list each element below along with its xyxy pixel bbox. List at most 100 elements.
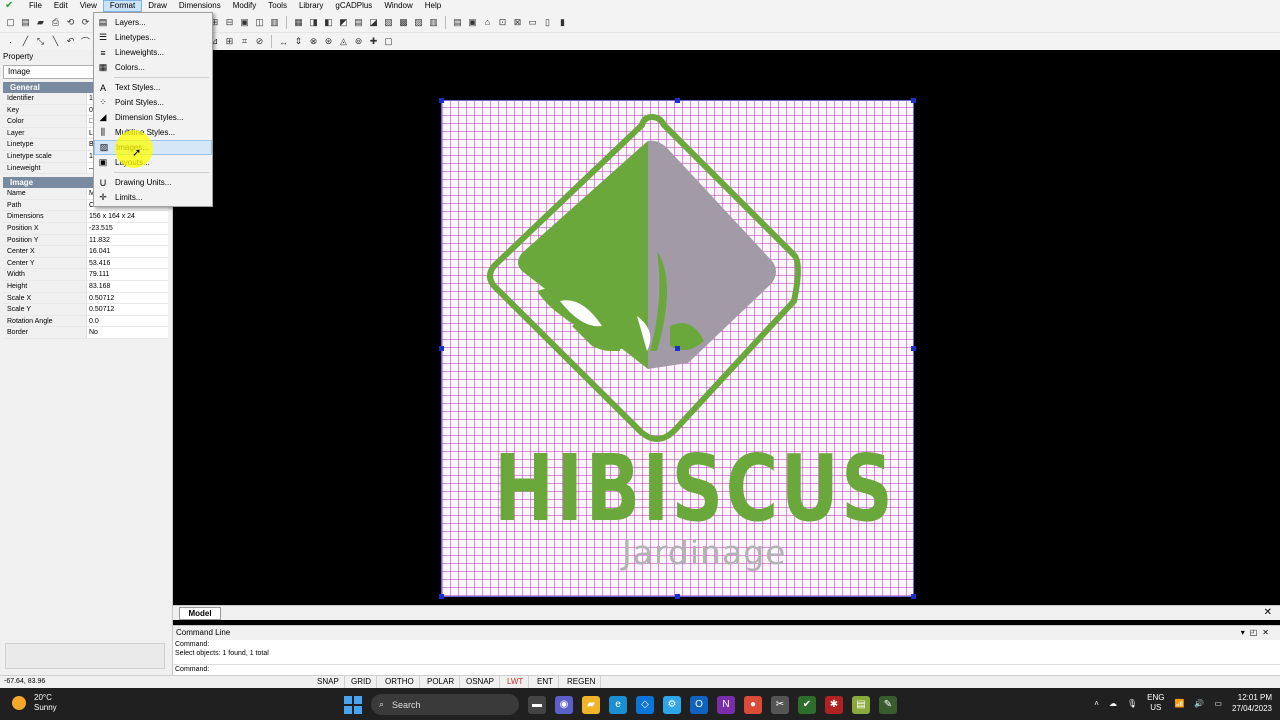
app-logo-icon[interactable]: ✔	[5, 0, 17, 12]
toolbar-tool-icon[interactable]: ▤	[352, 16, 365, 29]
toolbar-tool-icon[interactable]: ▥	[427, 16, 440, 29]
toolbar-tool-icon[interactable]: ◩	[337, 16, 350, 29]
draw-tool-icon[interactable]: ⊚	[352, 35, 365, 48]
toolbar-tool-icon[interactable]: ◪	[367, 16, 380, 29]
grip-top-left[interactable]	[439, 98, 444, 103]
image-property-row[interactable]: Width 79.111	[3, 269, 168, 281]
toolbar-tool-icon[interactable]: ▨	[412, 16, 425, 29]
file-explorer-app-icon[interactable]: ▬	[528, 695, 546, 714]
close-drawing-icon[interactable]: ✕	[1264, 607, 1272, 618]
image-property-row[interactable]: Position Y 11.832	[3, 234, 168, 247]
toolbar-tool-icon[interactable]: ▩	[397, 16, 410, 29]
toolbar-tool-icon[interactable]: ▧	[382, 16, 395, 29]
menu-item-linetypes[interactable]: ☰ Linetypes...	[94, 30, 212, 45]
toolbar-tool-icon[interactable]: ⟲	[64, 16, 77, 29]
status-toggle-grid[interactable]: GRID	[346, 676, 377, 688]
grip-bottom-middle[interactable]	[675, 594, 680, 599]
menu-item-layouts[interactable]: ▣Layouts...	[94, 155, 212, 170]
onenote-app-icon[interactable]: N	[717, 695, 735, 714]
toolbar-tool-icon[interactable]: ▥	[268, 16, 281, 29]
property-value[interactable]: No	[86, 327, 168, 338]
second-cad-app-icon[interactable]: ✎	[879, 695, 897, 714]
status-toggle-regen[interactable]: REGEN	[562, 676, 602, 688]
toolbar-tool-icon[interactable]: ◨	[307, 16, 320, 29]
toolbar-tool-icon[interactable]: ▤	[19, 16, 32, 29]
property-value[interactable]: 16.041	[86, 246, 168, 257]
snipping-tool-icon[interactable]: ✂	[771, 695, 789, 714]
toolbar-tool-icon[interactable]: ▢	[4, 16, 17, 29]
menu-library[interactable]: Library	[293, 0, 329, 12]
folder-app-icon[interactable]: ▰	[582, 695, 600, 714]
menu-view[interactable]: View	[74, 0, 103, 12]
image-property-row[interactable]: Scale Y 0.50712	[3, 304, 168, 316]
chat-app-icon[interactable]: ◉	[555, 695, 573, 714]
grip-top-right[interactable]	[911, 98, 916, 103]
grip-bottom-left[interactable]	[439, 594, 444, 599]
draw-tool-icon[interactable]: ⊛	[322, 35, 335, 48]
draw-tool-icon[interactable]: ↶	[64, 35, 77, 48]
grip-middle-left[interactable]	[439, 346, 444, 351]
outlook-app-icon[interactable]: O	[690, 695, 708, 714]
draw-tool-icon[interactable]: ⊗	[307, 35, 320, 48]
system-clock[interactable]: 12:01 PM 27/04/2023	[1232, 692, 1272, 714]
status-toggle-lwt[interactable]: LWT	[502, 676, 530, 688]
panel-controls[interactable]: ▾◰✕	[1241, 626, 1274, 640]
property-value[interactable]: -23.515	[86, 222, 168, 234]
onedrive-icon[interactable]: ☁	[1109, 699, 1117, 708]
draw-tool-icon[interactable]: ↔	[277, 35, 290, 48]
grip-middle-right[interactable]	[911, 346, 916, 351]
status-toggle-osnap[interactable]: OSNAP	[461, 676, 501, 688]
toolbar-tool-icon[interactable]: ▣	[238, 16, 251, 29]
status-toggle-ortho[interactable]: ORTHO	[380, 676, 420, 688]
image-property-row[interactable]: Rotation Angle 0.0	[3, 315, 168, 328]
status-toggle-ent[interactable]: ENT	[532, 676, 559, 688]
chrome-app-icon[interactable]: ●	[744, 695, 762, 714]
menu-item-limits[interactable]: ✛ Limits...	[94, 190, 212, 205]
draw-tool-icon[interactable]: ⊘	[253, 35, 266, 48]
menu-item-text-styles[interactable]: A Text Styles...	[94, 80, 212, 95]
status-toggle-snap[interactable]: SNAP	[312, 676, 345, 688]
menu-edit[interactable]: Edit	[48, 0, 74, 12]
menu-help[interactable]: Help	[419, 0, 447, 12]
grip-top-middle[interactable]	[675, 98, 680, 103]
menu-item-layers[interactable]: ▤ Layers...	[94, 15, 212, 30]
toolbar-tool-icon[interactable]: ⊟	[223, 16, 236, 29]
property-value[interactable]: 53.416	[86, 257, 168, 269]
draw-tool-icon[interactable]: ╲	[49, 35, 62, 48]
menu-item-multiline-styles[interactable]: ⫼ Multiline Styles...	[94, 125, 212, 140]
draw-tool-icon[interactable]: ◬	[337, 35, 350, 48]
property-value[interactable]: 0.50712	[86, 304, 168, 315]
property-value[interactable]: 11.832	[86, 234, 168, 246]
menu-item-point-styles[interactable]: ⁘ Point Styles...	[94, 95, 212, 110]
menu-tools[interactable]: Tools	[262, 0, 293, 12]
image-property-row[interactable]: Border No	[3, 327, 168, 339]
image-property-row[interactable]: Dimensions 156 x 164 x 24	[3, 211, 168, 223]
property-value[interactable]: 79.111	[86, 269, 168, 280]
toolbar-tool-icon[interactable]: ⊡	[496, 16, 509, 29]
toolbar-tool-icon[interactable]: ⎙	[49, 16, 62, 29]
store-app-icon[interactable]: ◇	[636, 695, 654, 714]
menu-item-dimension-styles[interactable]: ◢ Dimension Styles...	[94, 110, 212, 125]
draw-tool-icon[interactable]: ⊞	[223, 35, 236, 48]
notes-app-icon[interactable]: ▤	[852, 695, 870, 714]
image-property-row[interactable]: Center X 16.041	[3, 246, 168, 258]
menu-format[interactable]: Format	[102, 0, 143, 12]
menu-item-colors[interactable]: ▦ Colors...	[94, 60, 212, 75]
image-property-row[interactable]: Scale X 0.50712	[3, 292, 168, 305]
menu-dimensions[interactable]: Dimensions	[173, 0, 227, 12]
toolbar-tool-icon[interactable]: ⟳	[79, 16, 92, 29]
draw-tool-icon[interactable]: ⌗	[238, 35, 251, 48]
menu-draw[interactable]: Draw	[142, 0, 173, 12]
property-value[interactable]: 0.50712	[86, 292, 168, 304]
taskbar-search[interactable]: ⌕ Search	[371, 694, 519, 715]
property-value[interactable]: 83.168	[86, 280, 168, 292]
menu-gcadplus[interactable]: gCADPlus	[329, 0, 378, 12]
toolbar-tool-icon[interactable]: ▭	[526, 16, 539, 29]
grip-bottom-right[interactable]	[911, 594, 916, 599]
draw-tool-icon[interactable]: ⌒	[79, 35, 92, 48]
draw-tool-icon[interactable]: ✚	[367, 35, 380, 48]
volume-icon[interactable]: 🔊	[1194, 699, 1204, 708]
property-value[interactable]: 156 x 164 x 24	[86, 211, 168, 222]
red-app-icon[interactable]: ✱	[825, 695, 843, 714]
language-indicator[interactable]: ENG US	[1147, 693, 1164, 713]
